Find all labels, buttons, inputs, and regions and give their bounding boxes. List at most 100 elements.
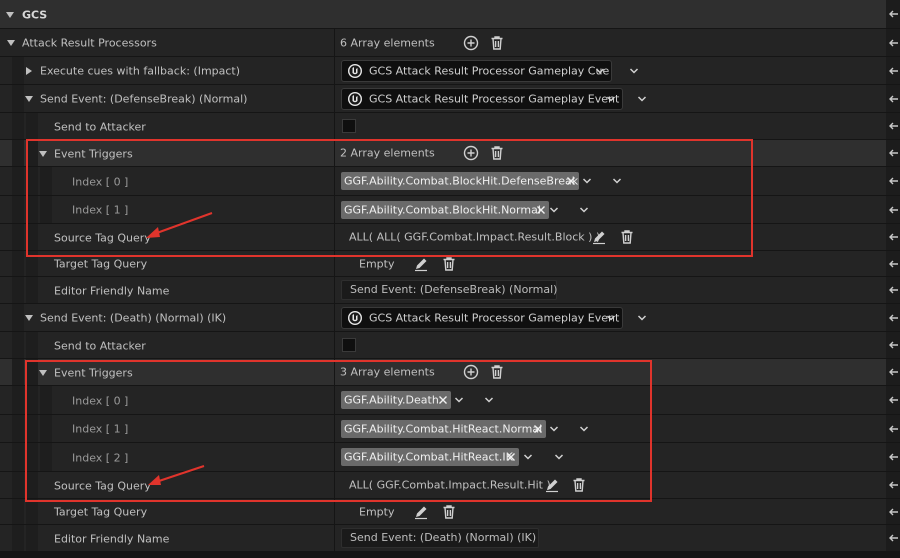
reset-arrow-icon[interactable]: [888, 38, 899, 48]
reset-arrow-icon[interactable]: [888, 66, 899, 76]
chevron-down-icon[interactable]: [582, 176, 592, 186]
trash-icon[interactable]: [571, 477, 587, 493]
pencil-icon[interactable]: [591, 229, 607, 245]
reset-arrow-icon[interactable]: [888, 424, 899, 434]
friendly-name-field[interactable]: Send Event: (DefenseBreak) (Normal): [341, 280, 557, 300]
tag-text: GGF.Ability.Combat.BlockHit.DefenseBreak: [344, 174, 579, 188]
x-icon[interactable]: [506, 452, 516, 462]
trash-icon[interactable]: [441, 504, 457, 520]
plus-circle-icon[interactable]: [463, 145, 479, 161]
trash-icon[interactable]: [489, 364, 505, 380]
reset-arrow-icon[interactable]: [888, 533, 899, 543]
reset-arrow-icon[interactable]: [888, 259, 899, 269]
plus-circle-icon[interactable]: [463, 35, 479, 51]
section-title: GCS: [22, 8, 48, 21]
pencil-icon[interactable]: [413, 256, 429, 272]
gameplay-tag-chip[interactable]: GGF.Ability.Death: [341, 391, 451, 409]
pencil-icon[interactable]: [544, 477, 560, 493]
chevron-down-icon[interactable]: [637, 313, 647, 323]
collapse-arrow-icon[interactable]: [39, 369, 47, 376]
class-combo[interactable]: GCS Attack Result Processor Gameplay Cue: [341, 59, 612, 82]
reset-arrow-icon[interactable]: [888, 232, 899, 242]
property-label: Send to Attacker: [54, 120, 146, 133]
tag-query-text: ALL( GGF.Combat.Impact.Result.Hit ): [349, 478, 551, 492]
row-editor-friendly-name: Editor Friendly Name Send Event: (Death)…: [0, 525, 900, 552]
reset-arrow-icon[interactable]: [888, 507, 899, 517]
pencil-icon[interactable]: [413, 504, 429, 520]
reset-arrow-icon[interactable]: [888, 285, 899, 295]
chevron-down-icon[interactable]: [549, 205, 559, 215]
trash-icon[interactable]: [489, 145, 505, 161]
chevron-down-icon: [606, 94, 616, 104]
collapse-arrow-icon[interactable]: [25, 96, 33, 102]
chevron-down-icon[interactable]: [579, 205, 589, 215]
reset-arrow-icon[interactable]: [888, 367, 899, 377]
row-index: Index [ 0 ] GGF.Ability.Death: [0, 386, 900, 415]
chevron-down-icon: [595, 66, 605, 76]
section-gcs[interactable]: GCS: [0, 0, 900, 29]
row-attack-result-processors: Attack Result Processors 6 Array element…: [0, 29, 900, 57]
chevron-down-icon[interactable]: [549, 424, 559, 434]
reset-arrow-icon[interactable]: [888, 94, 899, 104]
property-label: Attack Result Processors: [22, 36, 157, 50]
index-label: Index [ 0 ]: [72, 394, 129, 407]
property-label: Event Triggers: [54, 147, 133, 160]
row-index: Index [ 1 ] GGF.Ability.Combat.HitReact.…: [0, 415, 900, 443]
property-label: Execute cues with fallback: (Impact): [40, 64, 241, 78]
chevron-down-icon[interactable]: [454, 395, 464, 405]
reset-arrow-icon[interactable]: [888, 340, 899, 350]
trash-icon[interactable]: [619, 229, 635, 245]
property-label: Editor Friendly Name: [54, 284, 170, 297]
reset-arrow-icon[interactable]: [888, 313, 899, 323]
row-target-tag-query: Target Tag Query Empty: [0, 251, 900, 277]
chevron-down-icon: [606, 313, 616, 323]
row-execute-cues: Execute cues with fallback: (Impact) GCS…: [0, 57, 900, 85]
send-to-attacker-checkbox[interactable]: [342, 338, 356, 352]
reset-arrow-icon[interactable]: [888, 452, 899, 462]
chevron-down-icon[interactable]: [579, 424, 589, 434]
tag-text: GGF.Ability.Death: [344, 393, 439, 407]
reset-arrow-icon[interactable]: [888, 176, 899, 186]
tag-query-text: ALL( ALL( GGF.Combat.Impact.Result.Block…: [349, 230, 601, 244]
plus-circle-icon[interactable]: [463, 364, 479, 380]
collapse-arrow-icon[interactable]: [39, 150, 47, 157]
trash-icon[interactable]: [489, 35, 505, 51]
reset-arrow-icon[interactable]: [888, 205, 899, 215]
send-to-attacker-checkbox[interactable]: [342, 119, 356, 133]
class-combo[interactable]: GCS Attack Result Processor Gameplay Eve…: [341, 87, 623, 110]
property-label: Source Tag Query: [54, 479, 151, 492]
row-index: Index [ 1 ] GGF.Ability.Combat.BlockHit.…: [0, 196, 900, 224]
chevron-down-icon[interactable]: [629, 66, 639, 76]
trash-icon[interactable]: [441, 256, 457, 272]
gameplay-tag-chip[interactable]: GGF.Ability.Combat.HitReact.IK: [341, 448, 519, 466]
collapse-arrow-icon[interactable]: [25, 315, 33, 321]
row-editor-friendly-name: Editor Friendly Name Send Event: (Defens…: [0, 277, 900, 304]
property-label: Send Event: (DefenseBreak) (Normal): [40, 92, 248, 106]
gameplay-tag-chip[interactable]: GGF.Ability.Combat.HitReact.Normal: [341, 419, 546, 438]
collapse-arrow-icon[interactable]: [7, 40, 15, 46]
row-target-tag-query: Target Tag Query Empty: [0, 499, 900, 525]
array-count: 6 Array elements: [340, 36, 435, 49]
chevron-down-icon[interactable]: [484, 395, 494, 405]
gameplay-tag-chip[interactable]: GGF.Ability.Combat.BlockHit.Normal: [341, 200, 549, 219]
collapse-arrow-icon[interactable]: [6, 11, 14, 18]
reset-arrow-icon[interactable]: [888, 480, 899, 490]
chevron-down-icon[interactable]: [523, 452, 533, 462]
gameplay-tag-chip[interactable]: GGF.Ability.Combat.BlockHit.DefenseBreak: [341, 172, 579, 190]
reset-arrow-icon[interactable]: [888, 148, 899, 158]
expand-arrow-icon[interactable]: [26, 67, 32, 75]
reset-arrow-icon[interactable]: [888, 121, 899, 131]
class-combo[interactable]: GCS Attack Result Processor Gameplay Eve…: [341, 306, 623, 329]
x-icon[interactable]: [536, 205, 546, 215]
reset-arrow-icon[interactable]: [888, 395, 899, 405]
tag-text: GGF.Ability.Combat.BlockHit.Normal: [344, 203, 541, 216]
row-source-tag-query: Source Tag Query ALL( GGF.Combat.Impact.…: [0, 472, 900, 499]
chevron-down-icon[interactable]: [637, 94, 647, 104]
x-icon[interactable]: [533, 424, 543, 434]
x-icon[interactable]: [438, 395, 448, 405]
friendly-name-field[interactable]: Send Event: (Death) (Normal) (IK): [341, 528, 539, 548]
chevron-down-icon[interactable]: [554, 452, 564, 462]
x-icon[interactable]: [566, 176, 576, 186]
chevron-down-icon[interactable]: [612, 176, 622, 186]
row-index: Index [ 0 ] GGF.Ability.Combat.BlockHit.…: [0, 167, 900, 196]
